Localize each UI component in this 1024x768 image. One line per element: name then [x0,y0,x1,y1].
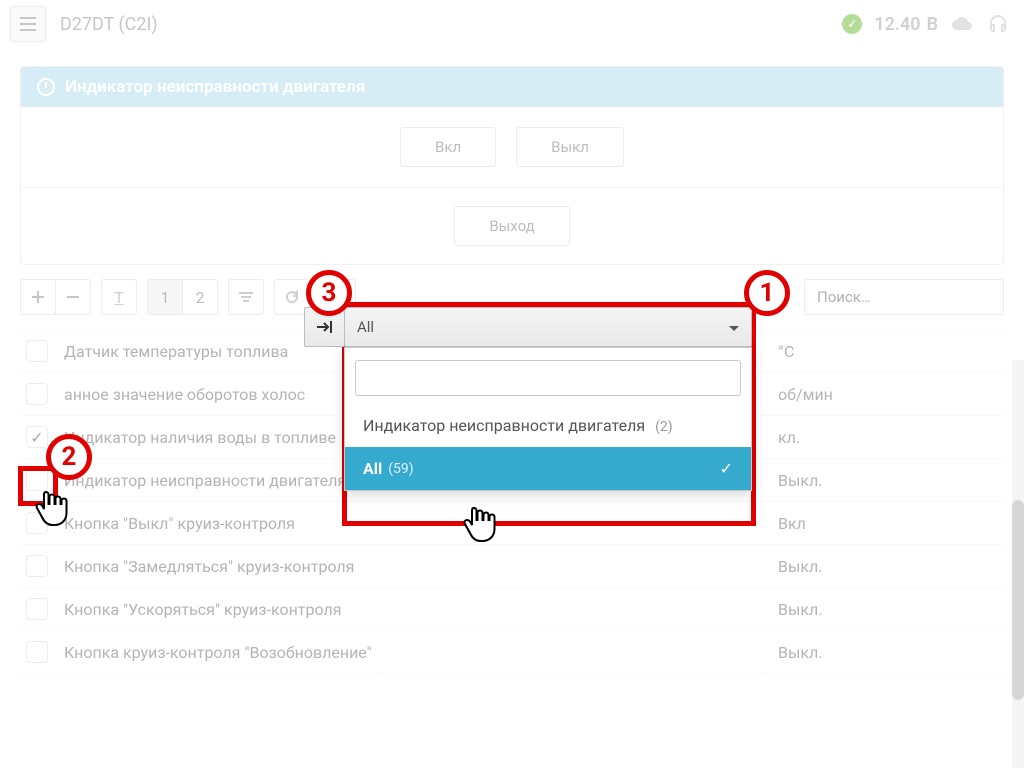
table-row[interactable]: Кнопка круиз-контроля "Возобновление" Вы… [20,631,1004,674]
page-2-button[interactable]: 2 [182,279,218,315]
text-icon: T [114,288,124,307]
row-checkbox[interactable] [26,598,48,620]
hamburger-icon [20,17,36,31]
table-row[interactable]: Кнопка "Замедляться" круиз-контроля Выкл… [20,545,1004,588]
on-button[interactable]: Вкл [400,127,496,167]
cursor-hand-icon [32,488,68,528]
dropdown-search-input[interactable] [355,360,741,396]
annotation-3: 3 [306,270,352,316]
row-checkbox[interactable] [26,555,48,577]
row-value: Выкл. [778,600,998,619]
filter-selected-label: All [357,318,374,336]
dropdown-option-count: (2) [655,419,673,435]
sort-icon [239,292,253,302]
dropdown-option-selected[interactable]: All (59) ✓ [345,447,751,490]
remove-button[interactable] [55,279,91,315]
voltage-display: 12.40 В [874,14,938,35]
minus-icon [67,296,79,298]
row-checkbox[interactable]: ✓ [26,426,48,448]
caret-down-icon [729,318,739,336]
arrow-right-bar-icon [317,321,333,333]
add-button[interactable] [20,279,56,315]
row-label: Кнопка "Ускоряться" круиз-контроля [64,600,778,619]
menu-button[interactable] [10,6,46,42]
search-input[interactable] [804,279,1004,315]
off-button[interactable]: Выкл [516,127,624,167]
row-checkbox[interactable] [26,340,48,362]
cloud-icon[interactable] [950,12,974,36]
page-title: D27DT (C2I) [60,14,158,35]
row-checkbox[interactable] [26,641,48,663]
plus-icon [32,291,44,303]
support-icon[interactable] [986,12,1010,36]
page-1-button[interactable]: 1 [147,279,183,315]
check-icon: ✓ [720,459,733,478]
malfunction-panel: Индикатор неисправности двигателя Вкл Вы… [20,66,1004,265]
table-row[interactable]: Кнопка "Ускоряться" круиз-контроля Выкл. [20,588,1004,631]
exit-button[interactable]: Выход [454,206,569,246]
refresh-icon [285,290,299,304]
warning-icon [37,78,55,96]
sort-button[interactable] [228,279,264,315]
voltage-unit: В [927,14,938,35]
dropdown-panel: Индикатор неисправности двигателя (2) Al… [344,347,752,491]
row-value: Выкл. [778,471,998,490]
annotation-1: 1 [744,270,790,316]
dropdown-option-label: All [363,459,382,478]
row-checkbox[interactable] [26,383,48,405]
panel-title: Индикатор неисправности двигателя [65,77,365,97]
row-value: кл. [778,428,998,447]
row-value: Вкл [778,514,998,533]
dropdown-option-label: Индикатор неисправности двигателя [363,416,645,435]
row-value: Выкл. [778,557,998,576]
row-value: °С [778,342,998,361]
row-value: Выкл. [778,643,998,662]
voltage-value: 12.40 [874,14,920,35]
text-button[interactable]: T [101,279,137,315]
filter-select[interactable]: All [344,307,752,347]
dropdown-option-count: (59) [388,461,413,477]
annotation-2: 2 [46,434,92,480]
filter-dropdown: All Индикатор неисправности двигателя (2… [344,307,752,491]
scrollbar-thumb[interactable] [1012,500,1024,700]
status-ok-icon: ✓ [842,14,862,34]
dropdown-option[interactable]: Индикатор неисправности двигателя (2) [345,404,751,447]
cursor-hand-icon [460,504,496,544]
row-label: Кнопка "Замедляться" круиз-контроля [64,557,778,576]
row-value: об/мин [778,385,998,404]
row-label: Кнопка круиз-контроля "Возобновление" [64,643,778,662]
